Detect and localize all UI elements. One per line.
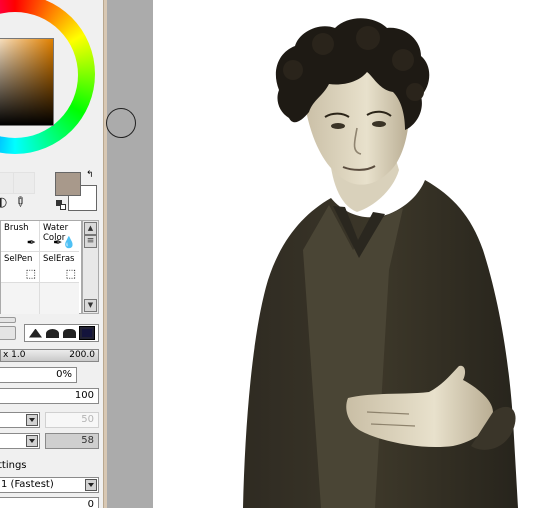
selpen-icon: ⬚ [25, 267, 36, 280]
tool-water-color[interactable]: Water Color ✒💧 [40, 221, 79, 252]
brush-shape-selector [24, 324, 99, 342]
tool-water-color-label-line1: Water [43, 223, 69, 233]
tool-selpen-label: SelPen [4, 254, 33, 264]
brush-mode-button[interactable] [0, 326, 16, 340]
saturation-value-square[interactable] [0, 38, 54, 126]
scroll-menu-icon[interactable]: ≡ [84, 235, 97, 248]
canvas-gutter [107, 0, 153, 508]
quality-dropdown[interactable]: 1 (Fastest) [0, 477, 99, 493]
brush-shape-square[interactable] [79, 326, 95, 340]
tool-empty-slot[interactable] [1, 283, 40, 314]
artwork-illustration [243, 18, 518, 508]
size-multiplier: x 1.0 [3, 350, 26, 360]
blending-value: 50 [81, 414, 94, 425]
edge-hardness-value: 0 [87, 499, 94, 508]
tool-panel: ↰ ◐ ✎ Brush ✒ Water Color ✒💧 SelPen ⬚ Sel… [0, 0, 103, 508]
tool-seleras-label: SelEras [43, 254, 75, 264]
brush-icon: ✒ [26, 236, 36, 249]
chevron-down-icon [26, 414, 38, 426]
tool-brush-label: Brush [4, 223, 29, 233]
brush-size-slider[interactable]: x 1.0 200.0 [0, 349, 99, 362]
tool-empty-slot[interactable] [40, 283, 79, 314]
primary-color-swatch[interactable] [55, 172, 81, 196]
dilution-dropdown[interactable] [0, 433, 40, 449]
eyedropper-icon[interactable]: ✎ [10, 193, 28, 211]
chevron-down-icon [85, 479, 97, 491]
density-value: 100 [74, 390, 94, 401]
panel-grip[interactable] [0, 317, 16, 323]
tool-grid: Brush ✒ Water Color ✒💧 SelPen ⬚ SelEras ⬚ [0, 220, 82, 314]
edge-hardness-field[interactable]: 0 [0, 497, 99, 508]
tool-brush[interactable]: Brush ✒ [1, 221, 40, 252]
color-swatch-slot[interactable] [13, 172, 35, 194]
brush-shape-flat[interactable] [63, 328, 76, 338]
dilution-value: 58 [81, 435, 94, 446]
tool-seleras[interactable]: SelEras ⬚ [40, 252, 79, 283]
chevron-down-icon [26, 435, 38, 447]
min-size-field[interactable]: 0% [0, 367, 77, 383]
tool-grid-scrollbar[interactable]: ▲ ≡ ▼ [82, 220, 99, 314]
dilution-field[interactable]: 58 [45, 433, 99, 449]
brush-shape-sharp[interactable] [29, 328, 42, 338]
swap-arrow-icon[interactable]: ↰ [86, 170, 94, 180]
scroll-up-button[interactable]: ▲ [84, 222, 97, 235]
transparent-color-icon[interactable]: ◐ [0, 195, 7, 210]
canvas[interactable] [153, 0, 554, 508]
quality-value: 1 (Fastest) [1, 479, 54, 490]
advanced-settings-label[interactable]: ttings [0, 460, 27, 471]
brush-cursor [106, 108, 136, 138]
tool-selpen[interactable]: SelPen ⬚ [1, 252, 40, 283]
size-value: 200.0 [69, 350, 95, 360]
dropper-icon: ✒💧 [53, 236, 76, 249]
min-size-value: 0% [56, 369, 72, 380]
blending-field: 50 [45, 412, 99, 428]
seleras-icon: ⬚ [65, 267, 76, 280]
density-field[interactable]: 100 [0, 388, 99, 404]
blending-dropdown[interactable] [0, 412, 40, 428]
brush-shape-round[interactable] [46, 328, 59, 338]
scroll-down-button[interactable]: ▼ [84, 299, 97, 312]
reset-colors-icon[interactable] [56, 200, 66, 210]
